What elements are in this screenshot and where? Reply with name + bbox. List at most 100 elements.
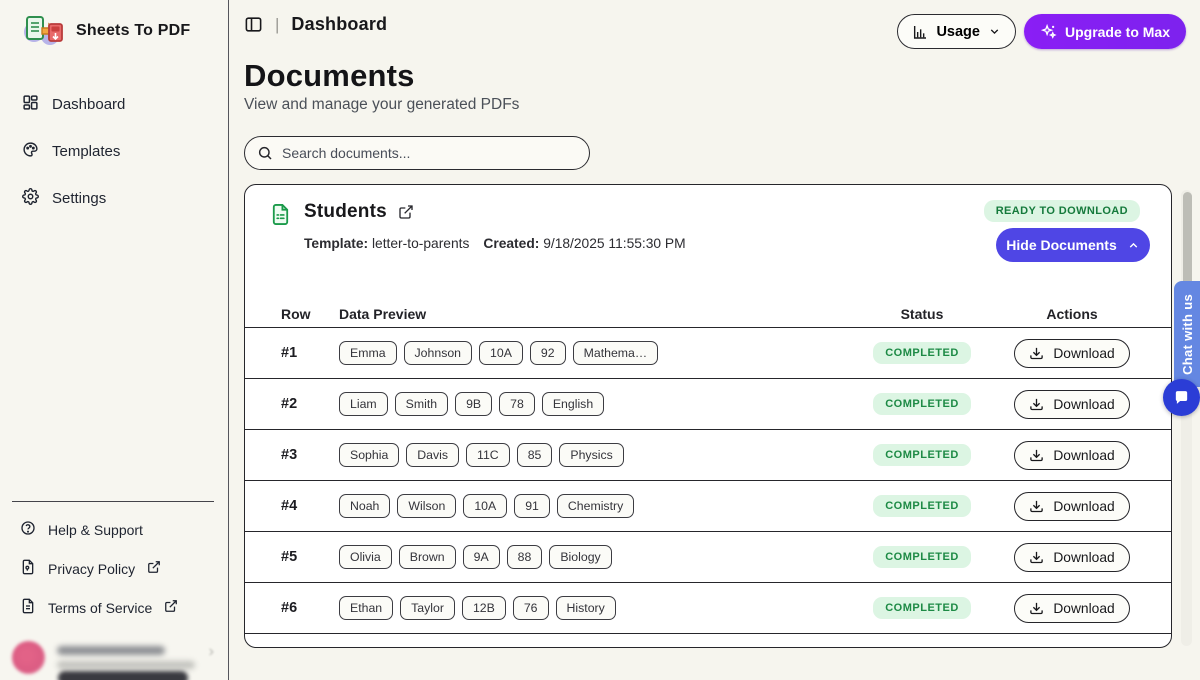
chat-bubble-button[interactable] <box>1163 379 1200 416</box>
data-chip: 9B <box>455 392 492 416</box>
data-chip: Physics <box>559 443 623 467</box>
download-button-label: Download <box>1053 601 1114 616</box>
data-chip: 11C <box>466 443 510 467</box>
data-chip: Biology <box>549 545 611 569</box>
external-link-icon <box>164 599 178 616</box>
sidebar-item-label: Templates <box>52 143 120 160</box>
usage-button[interactable]: Usage <box>897 14 1016 49</box>
upgrade-to-max-button[interactable]: Upgrade to Max <box>1024 14 1186 49</box>
sidebar-item-templates[interactable]: Templates <box>16 135 212 168</box>
row-number: #5 <box>281 549 339 565</box>
download-button[interactable]: Download <box>1014 492 1129 521</box>
search-icon <box>257 145 273 161</box>
data-chip: 92 <box>530 341 566 365</box>
download-button[interactable]: Download <box>1014 390 1129 419</box>
status-badge: COMPLETED <box>873 597 971 619</box>
page-subtitle: View and manage your generated PDFs <box>244 96 519 114</box>
column-header-row: Row <box>281 306 339 322</box>
sidebar-item-label: Privacy Policy <box>48 561 135 577</box>
sidebar-item-help-support[interactable]: Help & Support <box>16 516 212 543</box>
data-chip: 9A <box>463 545 500 569</box>
data-chip: 10A <box>463 494 507 518</box>
page-title: Documents <box>244 58 415 94</box>
app-logo-icon <box>20 12 64 50</box>
chat-bubble-icon <box>1173 389 1190 406</box>
spreadsheet-file-icon <box>269 203 292 231</box>
data-chip: Liam <box>339 392 388 416</box>
topbar-actions: Usage Upgrade to Max <box>897 14 1186 49</box>
status-badge: COMPLETED <box>873 495 971 517</box>
sidebar-item-label: Settings <box>52 190 106 207</box>
open-external-icon[interactable] <box>398 204 414 220</box>
app-logo-row: Sheets To PDF <box>0 0 228 60</box>
chevron-up-icon <box>1127 239 1140 252</box>
sidebar-item-privacy-policy[interactable]: Privacy Policy <box>16 555 212 582</box>
sidebar-item-terms-of-service[interactable]: Terms of Service <box>16 594 212 621</box>
documents-table-header: Row Data Preview Status Actions <box>245 301 1171 328</box>
sidebar-toggle-button[interactable] <box>244 15 263 34</box>
search-bar <box>244 136 590 170</box>
breadcrumb-divider: | <box>275 15 279 35</box>
sidebar-item-dashboard[interactable]: Dashboard <box>16 88 212 121</box>
data-chip: Brown <box>399 545 456 569</box>
search-input[interactable] <box>282 145 577 161</box>
data-chip: 78 <box>499 392 535 416</box>
sidebar-nav: Dashboard Templates Settings <box>0 88 228 215</box>
privacy-file-icon <box>20 559 36 578</box>
sparkles-icon <box>1040 23 1057 40</box>
table-row: #6 EthanTaylor12B76History COMPLETED Dow… <box>245 583 1171 634</box>
app-title: Sheets To PDF <box>76 22 190 40</box>
data-chip: Chemistry <box>557 494 634 518</box>
hide-documents-label: Hide Documents <box>1006 237 1116 253</box>
bar-chart-icon <box>912 24 928 40</box>
data-chip: Noah <box>339 494 390 518</box>
document-card-header: Students Template: letter-to-parents Cre… <box>245 185 1171 301</box>
data-chip: Sophia <box>339 443 399 467</box>
row-number: #4 <box>281 498 339 514</box>
download-button[interactable]: Download <box>1014 441 1129 470</box>
data-chip: 88 <box>507 545 543 569</box>
data-chip: English <box>542 392 604 416</box>
sidebar-item-label: Help & Support <box>48 522 143 538</box>
sidebar-footer: Help & Support Privacy Policy <box>0 516 228 631</box>
data-chip: 85 <box>517 443 553 467</box>
download-button[interactable]: Download <box>1014 594 1129 623</box>
document-card: Students Template: letter-to-parents Cre… <box>244 184 1172 648</box>
data-chip: Wilson <box>397 494 456 518</box>
data-chip: Ethan <box>339 596 393 620</box>
sidebar-divider <box>12 501 214 502</box>
table-row: #4 NoahWilson10A91Chemistry COMPLETED Do… <box>245 481 1171 532</box>
data-chip: Smith <box>395 392 448 416</box>
download-button[interactable]: Download <box>1014 339 1129 368</box>
download-button[interactable]: Download <box>1014 543 1129 572</box>
palette-icon <box>22 141 39 162</box>
table-row: #1 EmmaJohnson10A92Mathema… COMPLETED Do… <box>245 328 1171 379</box>
data-preview-chips: EmmaJohnson10A92Mathema… <box>339 341 847 365</box>
sidebar-item-label: Terms of Service <box>48 600 152 616</box>
sidebar-item-settings[interactable]: Settings <box>16 182 212 215</box>
chat-tab-label: Chat with us <box>1180 294 1195 375</box>
download-icon <box>1029 601 1044 616</box>
gear-icon <box>22 188 39 209</box>
upgrade-button-label: Upgrade to Max <box>1065 24 1170 40</box>
download-button-label: Download <box>1053 397 1114 412</box>
status-badge: COMPLETED <box>873 342 971 364</box>
table-row: #3 SophiaDavis11C85Physics COMPLETED Dow… <box>245 430 1171 481</box>
document-meta: Template: letter-to-parents Created: 9/1… <box>304 236 686 251</box>
tooltip-cutoff <box>58 671 188 680</box>
sidebar: Sheets To PDF Dashboard <box>0 0 229 680</box>
download-icon <box>1029 448 1044 463</box>
data-preview-chips: NoahWilson10A91Chemistry <box>339 494 847 518</box>
breadcrumb: Dashboard <box>291 14 387 35</box>
template-value: letter-to-parents <box>372 236 469 251</box>
data-chip: Davis <box>406 443 459 467</box>
created-label: Created: <box>483 236 539 251</box>
row-number: #2 <box>281 396 339 412</box>
hide-documents-button[interactable]: Hide Documents <box>996 228 1150 262</box>
download-icon <box>1029 397 1044 412</box>
ready-to-download-badge: READY TO DOWNLOAD <box>984 200 1140 222</box>
status-badge: COMPLETED <box>873 546 971 568</box>
chat-with-us-tab[interactable]: Chat with us <box>1174 281 1200 387</box>
external-link-icon <box>147 560 161 577</box>
data-preview-chips: EthanTaylor12B76History <box>339 596 847 620</box>
